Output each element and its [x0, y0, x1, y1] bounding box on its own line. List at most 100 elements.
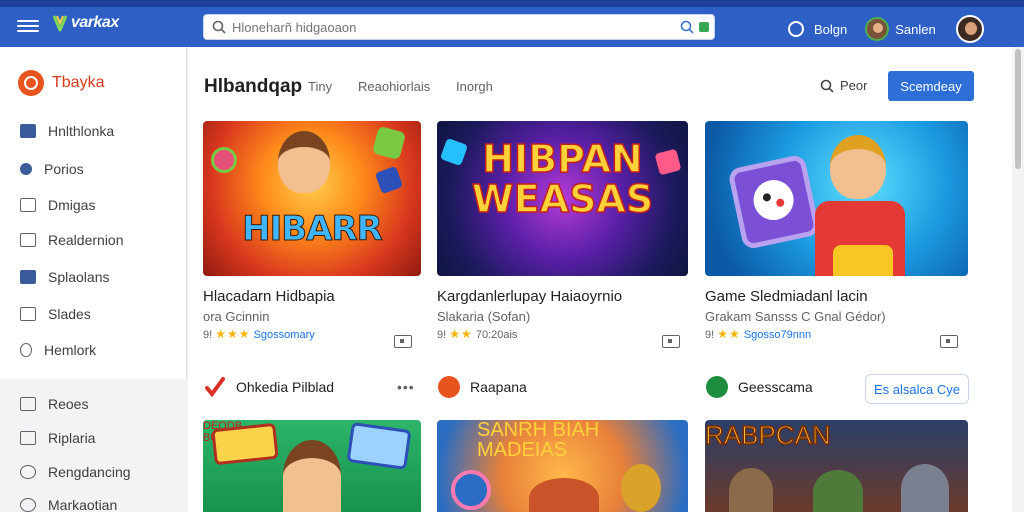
section-label: Ohkedia Pilblad	[236, 379, 335, 395]
section-header-0[interactable]: Ohkedia Pilblad	[204, 376, 334, 398]
main-content: Hlbandqap Tiny Reaohiorlais Inorgh Peor …	[188, 47, 1012, 512]
sidebar-item-3[interactable]: Realdernion	[20, 232, 124, 248]
plus-box-icon	[20, 307, 36, 321]
rating-stars: ★★	[449, 327, 473, 341]
box-icon	[20, 397, 36, 411]
search-icon	[820, 79, 834, 93]
character-warrior	[813, 470, 863, 512]
character-warrior	[729, 468, 773, 512]
card-subtitle: ora Gcinnin	[203, 309, 270, 324]
card-link[interactable]: Sgossomary	[254, 329, 315, 341]
logo-icon	[52, 15, 68, 32]
bookmark-icon[interactable]	[394, 335, 412, 348]
game-thumbnail[interactable]	[705, 121, 968, 276]
bookmark-icon[interactable]	[662, 335, 680, 348]
home-icon	[20, 124, 36, 138]
decor-cube	[374, 165, 404, 195]
sidebar-item-label: Splaolans	[48, 269, 110, 285]
decor-ball	[451, 470, 491, 510]
sidebar-item-1[interactable]: Porios	[20, 161, 84, 177]
page-title: Hlbandqap	[204, 76, 303, 97]
clock-icon	[20, 465, 36, 479]
sidebar-item-0[interactable]: Hnlthlonka	[20, 123, 114, 139]
search-submit-icon[interactable]	[680, 20, 694, 34]
card-meta-value: 70:20ais	[475, 329, 518, 341]
app-logo[interactable]: varkax	[52, 13, 119, 33]
user-name[interactable]: Sanlen	[895, 22, 935, 37]
card-title[interactable]: Kargdanlerlupay Haiaoyrnio	[437, 288, 688, 305]
character-face	[278, 131, 330, 193]
dice-icon	[749, 176, 798, 224]
character-body	[529, 478, 599, 512]
app-name: varkax	[71, 14, 119, 31]
target-icon	[20, 498, 36, 512]
sort-control[interactable]: Peor	[820, 78, 867, 93]
profile-avatar[interactable]	[955, 15, 984, 43]
game-card-3[interactable]: DEODB BULUCHIZI	[203, 420, 421, 512]
character-legs	[833, 245, 893, 276]
scrollbar-thumb[interactable]	[1015, 49, 1021, 169]
sidebar-secondary: Reoes Riplaria Rengdancing Markaotian	[0, 379, 187, 512]
top-link[interactable]: Bolgn	[814, 22, 847, 37]
section-header-2[interactable]: Geesscama	[706, 376, 813, 398]
game-thumbnail[interactable]: HIBPAN WEASAS	[437, 121, 688, 276]
bookmark-icon[interactable]	[940, 335, 958, 348]
sidebar-item-5[interactable]: Slades	[20, 306, 91, 322]
card-title[interactable]: Game Sledmiadanl lacin	[705, 288, 968, 305]
sidebar-item-label: Markaotian	[48, 497, 118, 512]
card-subtitle: Slakaria (Sofan)	[437, 309, 531, 324]
character-warrior	[901, 464, 949, 512]
sidebar-item-2[interactable]: Dmigas	[20, 197, 95, 213]
calendar-icon	[20, 233, 36, 247]
card-meta: 9! ★★ 70:20ais	[437, 327, 518, 341]
voice-search-icon[interactable]	[699, 22, 709, 32]
sidebar-item-6[interactable]: Hemlork	[20, 342, 96, 358]
document-icon	[20, 198, 36, 212]
game-card-4[interactable]: SANRH BIAH MADEIAS	[437, 420, 688, 512]
section-action-button[interactable]: Es alsalca Cye	[865, 374, 969, 404]
account-avatar[interactable]	[865, 17, 890, 41]
section-label: Geesscama	[738, 379, 813, 395]
sidebar-lower-item-3[interactable]: Markaotian	[20, 497, 117, 512]
card-link[interactable]: Sgosso79nnn	[744, 329, 811, 341]
sidebar-item-label: Porios	[44, 161, 84, 177]
thumbnail-title: HIBPAN WEASAS	[471, 137, 654, 221]
game-thumbnail[interactable]: HIBARR	[203, 121, 421, 276]
sidebar-brand[interactable]: Tbayka	[18, 70, 104, 96]
sidebar-item-label: Realdernion	[48, 232, 124, 248]
tab-2[interactable]: Inorgh	[456, 79, 493, 94]
sidebar-item-4[interactable]: Splaolans	[20, 269, 110, 285]
card-meta: 9! ★★ Sgosso79nnn	[705, 327, 812, 341]
sidebar-lower-item-0[interactable]: Reoes	[20, 396, 88, 412]
tab-1[interactable]: Reaohiorlais	[358, 79, 430, 94]
character-face	[830, 135, 886, 199]
section-header-1[interactable]: Raapana	[438, 376, 527, 398]
game-card-2[interactable]: Game Sledmiadanl lacin Grakam Sansss C G…	[705, 121, 968, 341]
primary-action-button[interactable]: Scemdeay	[888, 71, 974, 101]
badge-sign	[346, 422, 412, 470]
section-check-icon	[205, 377, 225, 398]
lock-icon	[20, 431, 36, 445]
hamburger-menu-icon[interactable]	[17, 17, 39, 35]
sidebar-lower-item-2[interactable]: Rengdancing	[20, 464, 131, 480]
game-card-1[interactable]: HIBPAN WEASAS Kargdanlerlupay Haiaoyrnio…	[437, 121, 688, 341]
more-options-icon[interactable]: •••	[397, 379, 415, 395]
tab-0[interactable]: Tiny	[308, 79, 332, 94]
pin-icon	[20, 163, 32, 175]
brand-label: Tbayka	[52, 74, 105, 91]
search-input[interactable]	[232, 18, 672, 36]
sidebar-item-label: Hemlork	[44, 342, 97, 358]
game-card-0[interactable]: HIBARR Hlacadarn Hidbapia ora Gcinnin 9!…	[203, 121, 421, 341]
sidebar-item-label: Dmigas	[48, 197, 96, 213]
section-icon	[438, 376, 460, 398]
sidebar-lower-item-1[interactable]: Riplaria	[20, 430, 95, 446]
card-title[interactable]: Hlacadarn Hidbapia	[203, 288, 421, 305]
top-app-bar: varkax Bolgn Sanlen	[0, 0, 1024, 47]
help-icon[interactable]	[788, 21, 804, 37]
game-card-5[interactable]: RABPCAN	[705, 420, 968, 512]
sidebar: Tbayka Hnlthlonka Porios Dmigas Realdern…	[0, 47, 187, 512]
search-bar[interactable]	[203, 14, 715, 40]
decor-ball	[211, 147, 237, 173]
vertical-scrollbar[interactable]	[1012, 47, 1024, 512]
sidebar-item-label: Slades	[48, 306, 91, 322]
